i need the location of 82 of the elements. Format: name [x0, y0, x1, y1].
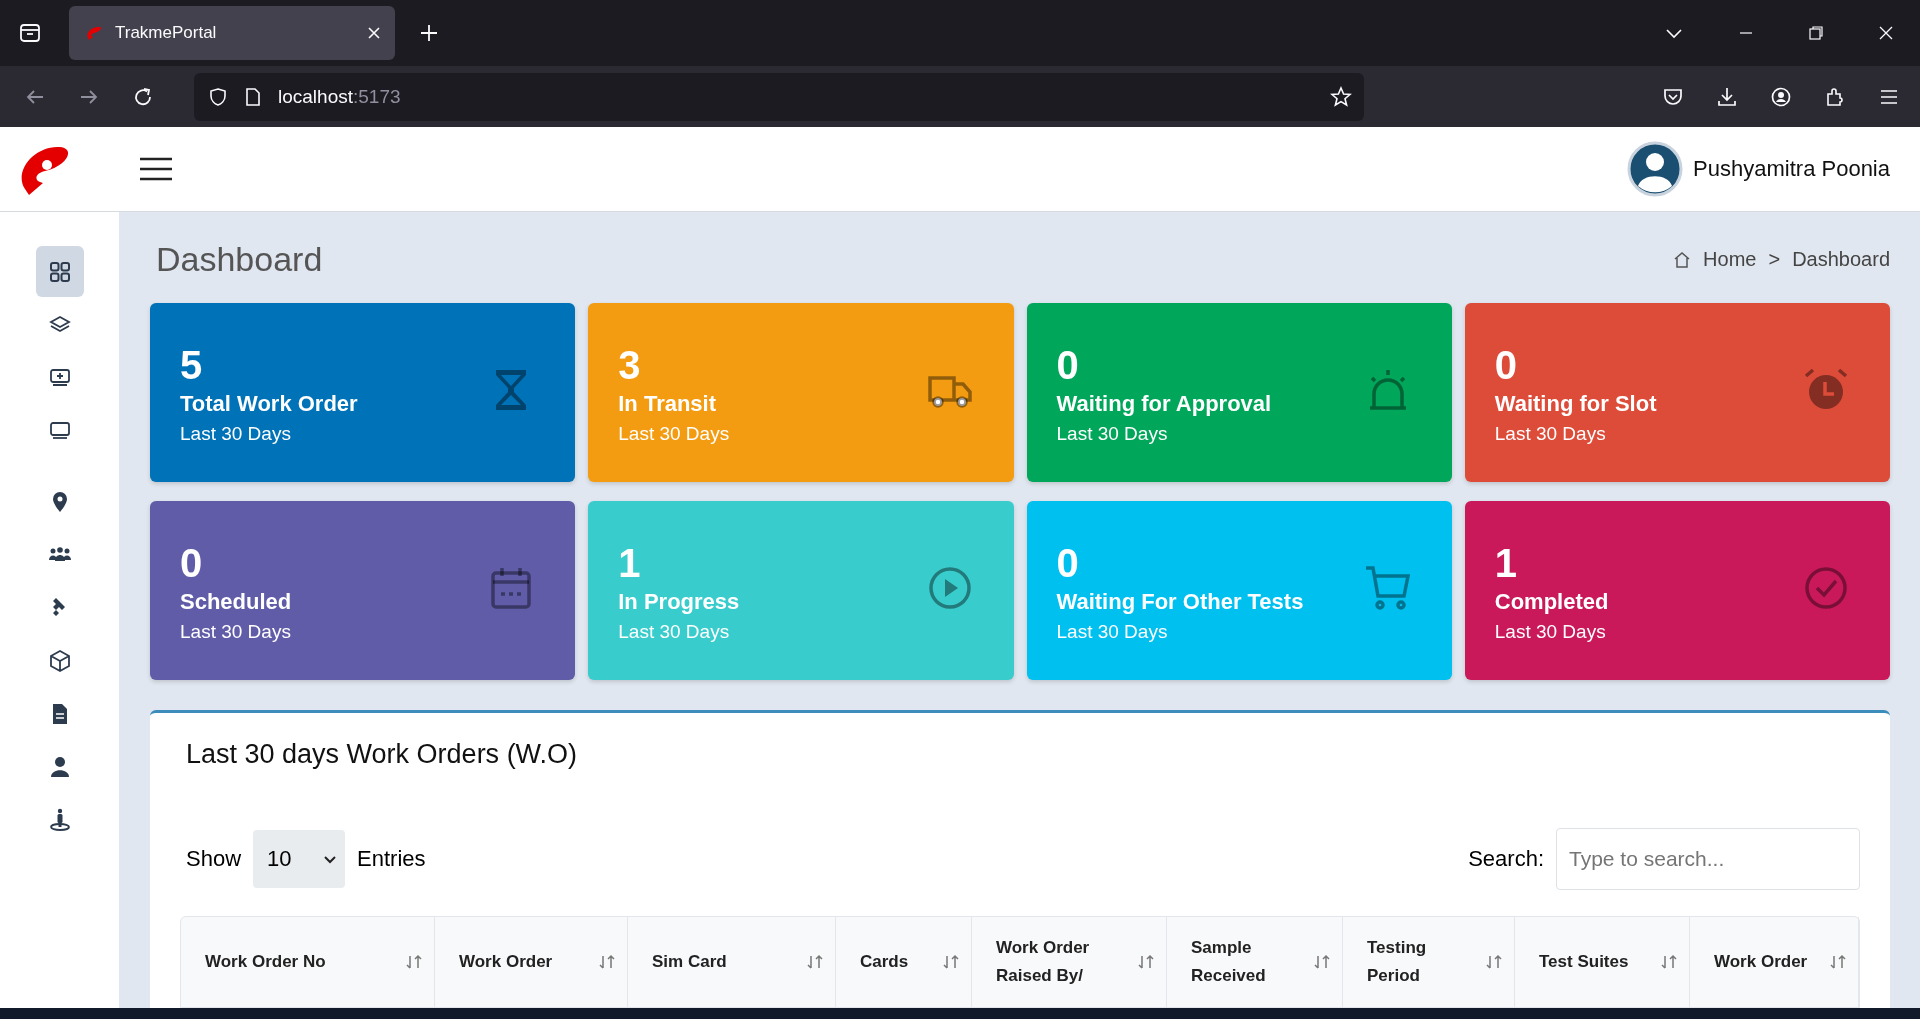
- column-header[interactable]: Testing Period: [1343, 917, 1515, 1007]
- stat-label: In Transit: [618, 390, 718, 417]
- column-header[interactable]: Work Order: [1690, 917, 1859, 1007]
- cube-icon: [47, 648, 72, 673]
- stat-label: In Progress: [618, 588, 741, 615]
- stat-label: Waiting For Other Tests: [1056, 588, 1305, 615]
- breadcrumb-separator: >: [1768, 248, 1781, 271]
- extensions-icon[interactable]: [1824, 85, 1846, 108]
- column-header[interactable]: Work Order Raised By/: [972, 917, 1167, 1007]
- avatar[interactable]: [1627, 141, 1684, 197]
- close-icon[interactable]: [367, 26, 381, 40]
- stat-card[interactable]: 1 Completed Last 30 Days: [1464, 501, 1890, 680]
- sort-icon: [807, 954, 823, 970]
- search-label: Search:: [1468, 846, 1544, 872]
- shield-icon[interactable]: [208, 86, 228, 107]
- browser-tab[interactable]: TrakmePortal: [69, 6, 395, 60]
- search-field[interactable]: Type to search...: [1556, 828, 1860, 890]
- address-bar[interactable]: localhost:5173: [194, 72, 1364, 121]
- column-header[interactable]: Test Suites: [1515, 917, 1690, 1007]
- close-icon[interactable]: [1878, 25, 1894, 41]
- stat-period: Last 30 Days: [1494, 620, 1607, 643]
- star-icon[interactable]: [1330, 85, 1352, 108]
- stat-count: 3: [618, 341, 642, 389]
- sort-icon: [1830, 954, 1846, 970]
- stat-count: 5: [180, 341, 204, 389]
- column-header[interactable]: Cards: [836, 917, 972, 1007]
- stat-period: Last 30 Days: [180, 422, 292, 445]
- tab-overview-icon[interactable]: [19, 22, 41, 44]
- stat-period: Last 30 Days: [1494, 422, 1607, 445]
- stat-count: 0: [1056, 341, 1080, 389]
- stat-count: 0: [1494, 341, 1518, 389]
- column-header[interactable]: Work Order No: [181, 917, 435, 1007]
- stat-card[interactable]: 0 Scheduled Last 30 Days: [150, 501, 576, 680]
- stat-label: Completed: [1494, 588, 1610, 615]
- stat-period: Last 30 Days: [1056, 620, 1169, 643]
- home-icon: [1673, 250, 1692, 269]
- sort-icon: [1486, 954, 1502, 970]
- stat-label: Total Work Order: [180, 390, 359, 417]
- stat-count: 0: [180, 539, 204, 587]
- sort-icon: [943, 954, 959, 970]
- sidebar-item[interactable]: [35, 246, 84, 297]
- stat-card[interactable]: 5 Total Work Order Last 30 Days: [150, 303, 576, 482]
- column-header[interactable]: Work Order: [435, 917, 628, 1007]
- url-text: localhost:5173: [278, 85, 401, 108]
- stat-period: Last 30 Days: [180, 620, 292, 643]
- breadcrumb-current: Dashboard: [1792, 248, 1890, 271]
- show-label: Show: [186, 846, 242, 872]
- standing-icon: [47, 807, 72, 832]
- breadcrumb-link[interactable]: Home: [1703, 248, 1757, 271]
- restore-icon[interactable]: [1808, 25, 1824, 41]
- stat-label: Scheduled: [180, 588, 293, 615]
- panel-title: Last 30 days Work Orders (W.O): [186, 739, 579, 770]
- stat-count: 1: [1494, 539, 1518, 587]
- column-header[interactable]: Sample Received: [1167, 917, 1343, 1007]
- user-name[interactable]: Pushyamitra Poonia: [1693, 156, 1890, 182]
- stat-count: 0: [1056, 539, 1080, 587]
- sort-icon: [1661, 954, 1677, 970]
- stat-label: Waiting for Approval: [1056, 390, 1273, 417]
- sort-icon: [1138, 954, 1154, 970]
- grid-icon: [47, 259, 72, 284]
- menu-icon[interactable]: [139, 157, 173, 181]
- reload-icon[interactable]: [132, 85, 154, 108]
- new-tab-icon[interactable]: [419, 23, 439, 43]
- cart-icon: [1363, 563, 1412, 612]
- tab-title: TrakmePortal: [115, 23, 218, 43]
- sort-icon: [406, 954, 422, 970]
- download-icon[interactable]: [1716, 85, 1738, 108]
- entries-label: Entries: [357, 846, 426, 872]
- stat-count: 1: [618, 539, 642, 587]
- column-header[interactable]: Sim Card: [628, 917, 836, 1007]
- page-title: Dashboard: [156, 240, 323, 279]
- logo-icon: [85, 24, 103, 42]
- stat-period: Last 30 Days: [618, 620, 731, 643]
- sort-icon: [1314, 954, 1330, 970]
- stat-period: Last 30 Days: [1056, 422, 1169, 445]
- stat-period: Last 30 Days: [618, 422, 731, 445]
- stat-card[interactable]: 0 Waiting for Slot Last 30 Days: [1464, 303, 1890, 482]
- page-size-select[interactable]: 10: [253, 830, 346, 888]
- page-icon: [244, 86, 262, 107]
- account-icon[interactable]: [1770, 85, 1792, 108]
- sort-icon: [599, 954, 615, 970]
- stat-label: Waiting for Slot: [1494, 390, 1658, 417]
